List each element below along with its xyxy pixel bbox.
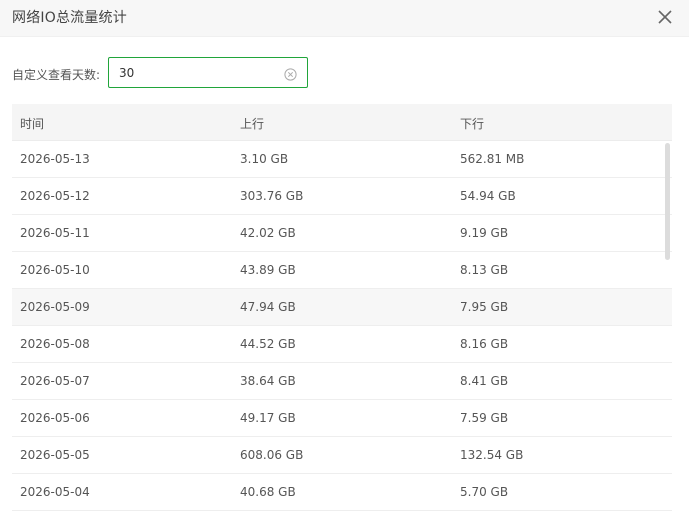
traffic-stats-dialog: 网络IO总流量统计 自定义查看天数: 时间 上行 下行 (0, 0, 689, 528)
table-header: 时间 上行 下行 (12, 104, 672, 141)
cell-upload: 42.02 GB (240, 226, 296, 240)
cell-time: 2026-05-07 (20, 374, 90, 388)
header-upload[interactable]: 上行 (240, 115, 264, 132)
table-row[interactable]: 2026-05-05 608.06 GB 132.54 GB (12, 437, 672, 474)
cell-upload: 44.52 GB (240, 337, 296, 351)
cell-download: 8.16 GB (460, 337, 509, 351)
cell-time: 2026-05-11 (20, 226, 90, 240)
cell-upload: 43.89 GB (240, 263, 296, 277)
cell-download: 132.54 GB (460, 448, 524, 462)
cell-time: 2026-05-09 (20, 300, 90, 314)
days-filter-label: 自定义查看天数: (12, 68, 101, 82)
table-row[interactable]: 2026-05-13 3.10 GB 562.81 MB (12, 141, 672, 178)
cell-upload: 608.06 GB (240, 448, 304, 462)
cell-time: 2026-05-10 (20, 263, 90, 277)
table-row[interactable]: 2026-05-12 303.76 GB 54.94 GB (12, 178, 672, 215)
header-time[interactable]: 时间 (20, 115, 44, 132)
cell-time: 2026-05-04 (20, 485, 90, 499)
days-filter-row: 自定义查看天数: (12, 57, 672, 89)
cell-download: 8.41 GB (460, 374, 509, 388)
days-input-box[interactable] (108, 57, 308, 88)
table-row[interactable]: 2026-05-04 40.68 GB 5.70 GB (12, 474, 672, 511)
table-row[interactable]: 2026-05-06 49.17 GB 7.59 GB (12, 400, 672, 437)
cell-download: 7.95 GB (460, 300, 509, 314)
cell-time: 2026-05-06 (20, 411, 90, 425)
close-button[interactable] (653, 5, 677, 29)
cell-download: 5.70 GB (460, 485, 509, 499)
header-download[interactable]: 下行 (460, 115, 484, 132)
cell-upload: 3.10 GB (240, 152, 289, 166)
dialog-title: 网络IO总流量统计 (12, 10, 127, 26)
dialog-header: 网络IO总流量统计 (0, 0, 689, 37)
cell-upload: 303.76 GB (240, 189, 304, 203)
table-row-hovered[interactable]: 2026-05-09 47.94 GB 7.95 GB (12, 289, 672, 326)
table-row[interactable]: 2026-05-11 42.02 GB 9.19 GB (12, 215, 672, 252)
cell-upload: 47.94 GB (240, 300, 296, 314)
table-row[interactable]: 2026-05-08 44.52 GB 8.16 GB (12, 326, 672, 363)
cell-upload: 38.64 GB (240, 374, 296, 388)
cell-download: 8.13 GB (460, 263, 509, 277)
cell-download: 54.94 GB (460, 189, 516, 203)
cell-time: 2026-05-08 (20, 337, 90, 351)
cell-upload: 49.17 GB (240, 411, 296, 425)
cell-upload: 40.68 GB (240, 485, 296, 499)
cell-time: 2026-05-05 (20, 448, 90, 462)
table-scrollbar[interactable] (665, 143, 670, 260)
cell-time: 2026-05-13 (20, 152, 90, 166)
cell-download: 9.19 GB (460, 226, 509, 240)
traffic-table: 时间 上行 下行 2026-05-13 3.10 GB 562.81 MB 20… (12, 104, 672, 528)
cell-download: 7.59 GB (460, 411, 509, 425)
cell-time: 2026-05-12 (20, 189, 90, 203)
clear-circle-icon[interactable] (284, 66, 297, 81)
days-input[interactable] (109, 58, 289, 87)
table-row[interactable]: 2026-05-07 38.64 GB 8.41 GB (12, 363, 672, 400)
table-body: 2026-05-13 3.10 GB 562.81 MB 2026-05-12 … (12, 141, 672, 511)
close-icon (658, 10, 672, 24)
cell-download: 562.81 MB (460, 152, 525, 166)
table-row[interactable]: 2026-05-10 43.89 GB 8.13 GB (12, 252, 672, 289)
